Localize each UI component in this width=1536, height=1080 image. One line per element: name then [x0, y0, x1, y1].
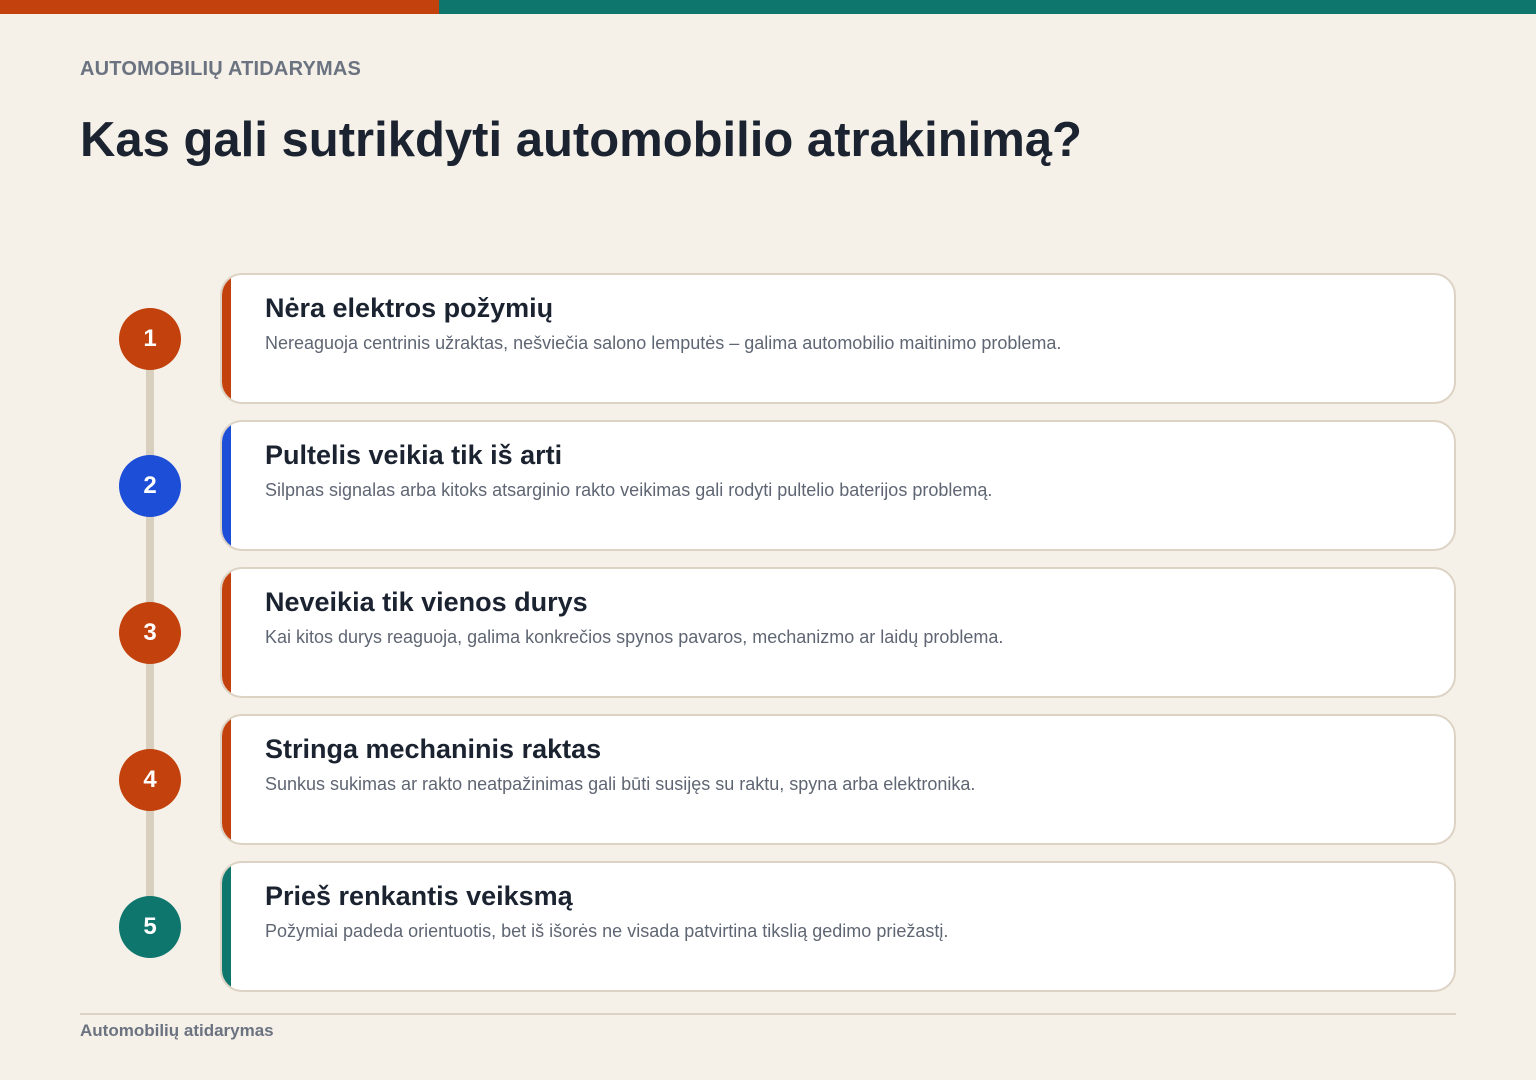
- step-card-3: Neveikia tik vienos durys Kai kitos dury…: [220, 567, 1456, 698]
- step-number: 5: [143, 913, 157, 940]
- step-card-2: Pultelis veikia tik iš arti Silpnas sign…: [220, 420, 1456, 551]
- step-title: Pultelis veikia tik iš arti: [265, 440, 563, 470]
- step-card-accent: [222, 422, 231, 549]
- step-description: Nereaguoja centrinis užraktas, nešviečia…: [265, 333, 1062, 353]
- step-card-1: Nėra elektros požymių Nereaguoja centrin…: [220, 273, 1456, 404]
- step-marker-4: 4: [119, 749, 181, 811]
- step-number: 1: [143, 325, 157, 352]
- step-number: 4: [143, 766, 157, 793]
- step-card-4: Stringa mechaninis raktas Sunkus sukimas…: [220, 714, 1456, 845]
- step-description: Kai kitos durys reaguoja, galima konkreč…: [265, 627, 1004, 647]
- step-title: Stringa mechaninis raktas: [265, 734, 602, 764]
- step-card-accent: [222, 275, 231, 402]
- top-accent-bar-orange: [0, 0, 439, 14]
- step-number: 2: [143, 472, 157, 499]
- step-title: Prieš renkantis veiksmą: [265, 881, 573, 911]
- top-accent-bar-teal: [439, 0, 1536, 14]
- step-title: Nėra elektros požymių: [265, 293, 554, 323]
- step-number: 3: [143, 619, 157, 646]
- step-marker-5: 5: [119, 896, 181, 958]
- footer-divider: [80, 1013, 1456, 1015]
- page-title: Kas gali sutrikdyti automobilio atrakini…: [80, 113, 1082, 167]
- step-card-5: Prieš renkantis veiksmą Požymiai padeda …: [220, 861, 1456, 992]
- step-title: Neveikia tik vienos durys: [265, 587, 588, 617]
- step-description: Požymiai padeda orientuotis, bet iš išor…: [265, 921, 949, 941]
- footer-label: Automobilių atidarymas: [80, 1021, 274, 1040]
- step-marker-1: 1: [119, 308, 181, 370]
- top-accent-bar: [0, 0, 1536, 14]
- step-card-accent: [222, 863, 231, 990]
- step-card-accent: [222, 569, 231, 696]
- eyebrow-label: AUTOMOBILIŲ ATIDARYMAS: [80, 58, 362, 80]
- step-marker-3: 3: [119, 602, 181, 664]
- step-card-accent: [222, 716, 231, 843]
- step-description: Sunkus sukimas ar rakto neatpažinimas ga…: [265, 774, 976, 794]
- step-description: Silpnas signalas arba kitoks atsarginio …: [265, 480, 993, 500]
- step-marker-2: 2: [119, 455, 181, 517]
